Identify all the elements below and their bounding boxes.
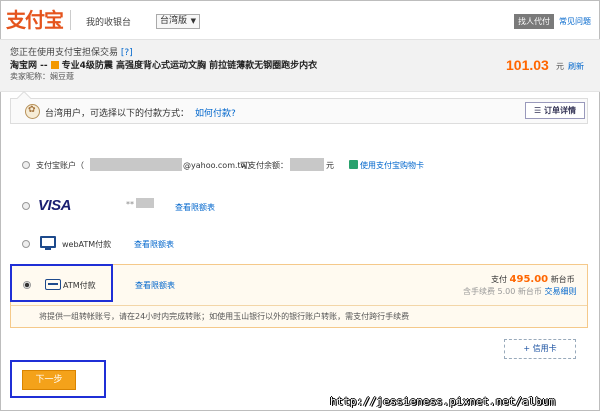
fee-label: 含手续费	[463, 287, 495, 296]
find-payer-button[interactable]: 找人代付	[514, 14, 554, 29]
alipay-radio[interactable]	[22, 161, 30, 169]
how-to-pay-link[interactable]: 如何付款?	[195, 106, 236, 119]
masked-balance	[290, 158, 324, 171]
atm-divider	[11, 305, 587, 306]
card-mask: **	[126, 200, 134, 209]
gift-card-icon	[349, 160, 358, 169]
balance-label: 可支付余额：	[240, 161, 288, 170]
next-step-button[interactable]: 下一步	[22, 370, 76, 390]
webatm-limits-link[interactable]: 查看限额表	[134, 239, 174, 250]
transaction-details-link[interactable]: 交易细则	[544, 287, 576, 296]
fee-amount: 5.00	[497, 287, 516, 296]
payment-option-webatm[interactable]: webATM付款 查看限额表	[10, 234, 588, 254]
cashier-title: 我的收银台	[86, 18, 132, 28]
atm-fee-line: 含手续费 5.00 新台币 交易细则	[463, 286, 576, 297]
logo-divider	[70, 10, 71, 30]
webatm-label: webATM付款	[62, 240, 112, 249]
pay-amount: 495.00	[509, 274, 549, 285]
atm-pay-amount-line: 支付 495.00 新台币	[491, 274, 575, 285]
visa-radio[interactable]	[22, 202, 30, 210]
seller-name: 娴豆蔻	[50, 72, 74, 81]
order-summary: 您正在使用支付宝担保交易 [?] 淘宝网 -- 专业4级防震 高强度背心式运动文胸…	[0, 40, 600, 92]
guarantee-text: 您正在使用支付宝担保交易	[10, 48, 119, 58]
alipay-account-label: 支付宝账户（	[36, 161, 84, 170]
webatm-radio[interactable]	[22, 240, 30, 248]
payment-option-visa[interactable]: VISA ** 查看限额表	[10, 195, 588, 217]
watermark-url: http://jessieness.pixnet.net/album	[330, 395, 556, 408]
pay-label: 支付	[491, 275, 507, 284]
masked-card-number	[136, 198, 154, 208]
instruction-text: 台湾用户，可选择以下的付款方式：	[45, 109, 190, 119]
fee-unit: 新台币	[517, 287, 542, 296]
atm-highlight-box	[10, 264, 113, 302]
masked-email	[90, 158, 182, 171]
site-name: 淘宝网 --	[10, 61, 48, 71]
refresh-link[interactable]: 刷新	[568, 61, 584, 72]
balance-unit: 元	[326, 161, 334, 170]
alipay-logo[interactable]: 支付宝	[6, 6, 64, 34]
visa-limits-link[interactable]: 查看限额表	[175, 202, 215, 213]
gift-card-link[interactable]: 使用支付宝购物卡	[360, 160, 424, 171]
region-select[interactable]: 台湾版 ▼	[156, 14, 200, 29]
item-name: 专业4级防震 高强度背心式运动文胸 前拉链薄款无钢圈跑步内衣	[61, 61, 318, 71]
pay-unit: 新台币	[550, 275, 575, 284]
atm-transfer-note: 将提供一组转帐账号，请在24小时内完成转账；如使用玉山银行以外的银行账户转账，需…	[39, 312, 410, 321]
order-amount: 101.03	[506, 57, 549, 73]
taiwan-badge-icon	[25, 104, 40, 119]
visa-logo: VISA	[38, 197, 72, 214]
help-link[interactable]: [?]	[121, 48, 133, 58]
guarantee-line: 您正在使用支付宝担保交易 [?]	[10, 45, 133, 58]
region-select-value: 台湾版	[160, 16, 188, 26]
atm-limits-link[interactable]: 查看限额表	[135, 280, 175, 291]
chevron-down-icon: ▼	[190, 17, 196, 25]
payment-instruction-bar: 台湾用户，可选择以下的付款方式： 如何付款? ☰ 订单详情	[10, 90, 588, 124]
taobao-square-icon	[50, 61, 59, 69]
seller-label: 卖家昵称：	[10, 72, 50, 81]
header: 支付宝 我的收银台 台湾版 ▼ 找人代付 常见问题	[0, 0, 600, 40]
faq-link[interactable]: 常见问题	[559, 16, 591, 27]
payment-option-alipay[interactable]: 支付宝账户（ @yahoo.com.tw） 可支付余额： 元 使用支付宝购物卡	[10, 155, 588, 175]
order-detail-button[interactable]: ☰ 订单详情	[525, 102, 585, 119]
item-line: 淘宝网 -- 专业4级防震 高强度背心式运动文胸 前拉链薄款无钢圈跑步内衣	[10, 58, 317, 71]
seller-line: 卖家昵称：娴豆蔻	[10, 71, 74, 82]
amount-currency: 元	[556, 62, 564, 71]
add-credit-card-button[interactable]: + 信用卡	[504, 339, 576, 359]
monitor-icon	[40, 236, 56, 250]
